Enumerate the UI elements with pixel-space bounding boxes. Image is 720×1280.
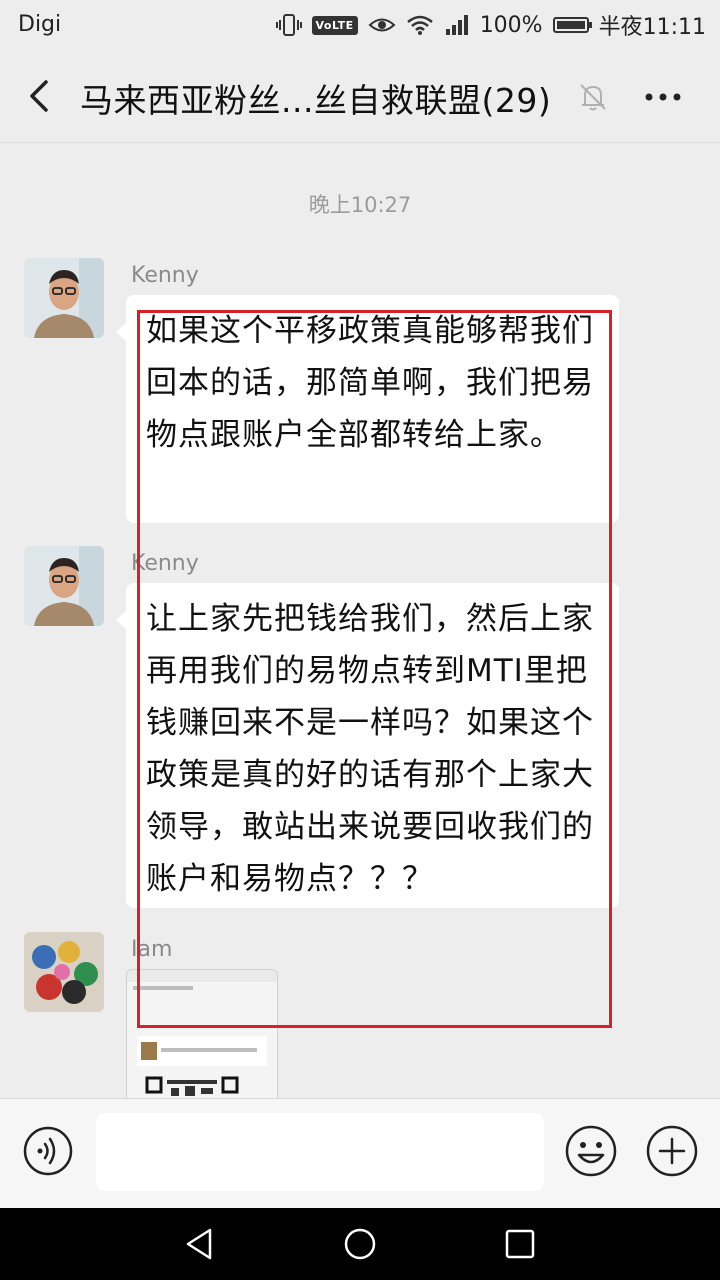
message-input[interactable] — [96, 1113, 544, 1191]
kenny-avatar-image — [24, 258, 104, 338]
kenny-avatar-image — [24, 546, 104, 626]
qr-screenshot-thumbnail — [127, 970, 277, 1098]
input-bar — [0, 1098, 720, 1209]
volte-badge: VoLTE — [311, 15, 358, 35]
battery-icon — [552, 17, 592, 33]
message-bubble[interactable]: 如果这个平移政策真能够帮我们回本的话，那简单啊，我们把易物点跟账户全部都转给上家… — [116, 295, 619, 523]
chevron-left-icon[interactable] — [20, 76, 60, 116]
more-dots-icon[interactable] — [640, 80, 686, 114]
avatar[interactable] — [24, 546, 104, 626]
nav-back-icon[interactable] — [180, 1224, 220, 1264]
system-nav-bar — [0, 1208, 720, 1280]
sender-name: Iam — [131, 937, 173, 962]
signal-icon — [445, 15, 468, 35]
emoji-icon[interactable] — [563, 1123, 619, 1179]
chat-area[interactable]: 晚上10:27 Kenny 如果这个平移政策真能够帮我们回本的话，那简单啊，我们… — [0, 143, 720, 1098]
bell-off-icon — [580, 84, 606, 111]
nav-recents-icon[interactable] — [500, 1224, 540, 1264]
carrier-name: Digi — [18, 12, 62, 37]
chat-header: 马来西亚粉丝...丝自救联盟(29) — [0, 50, 720, 143]
status-icons: VoLTE 100% 半夜11:11 — [275, 10, 706, 40]
battery-percent: 100% — [479, 12, 543, 38]
plus-icon[interactable] — [644, 1123, 700, 1179]
sender-name: Kenny — [131, 263, 199, 288]
chat-title: 马来西亚粉丝...丝自救联盟(29) — [80, 81, 552, 120]
sender-name: Kenny — [131, 551, 199, 576]
wifi-icon — [406, 15, 433, 35]
eye-icon — [368, 18, 396, 32]
avatar[interactable] — [24, 932, 104, 1012]
status-bar: Digi VoLTE 100% 半夜11:11 — [0, 0, 720, 50]
avatar[interactable] — [24, 258, 104, 338]
vibrate-icon — [275, 14, 302, 36]
image-message[interactable] — [126, 969, 278, 1098]
iam-avatar-image — [24, 932, 104, 1012]
message-bubble[interactable]: 让上家先把钱给我们，然后上家再用我们的易物点转到MTI里把钱赚回来不是一样吗？如… — [116, 583, 619, 908]
voice-icon[interactable] — [22, 1125, 74, 1177]
nav-home-icon[interactable] — [340, 1224, 380, 1264]
clock: 半夜11:11 — [598, 15, 706, 40]
message-timestamp: 晚上10:27 — [308, 193, 412, 217]
